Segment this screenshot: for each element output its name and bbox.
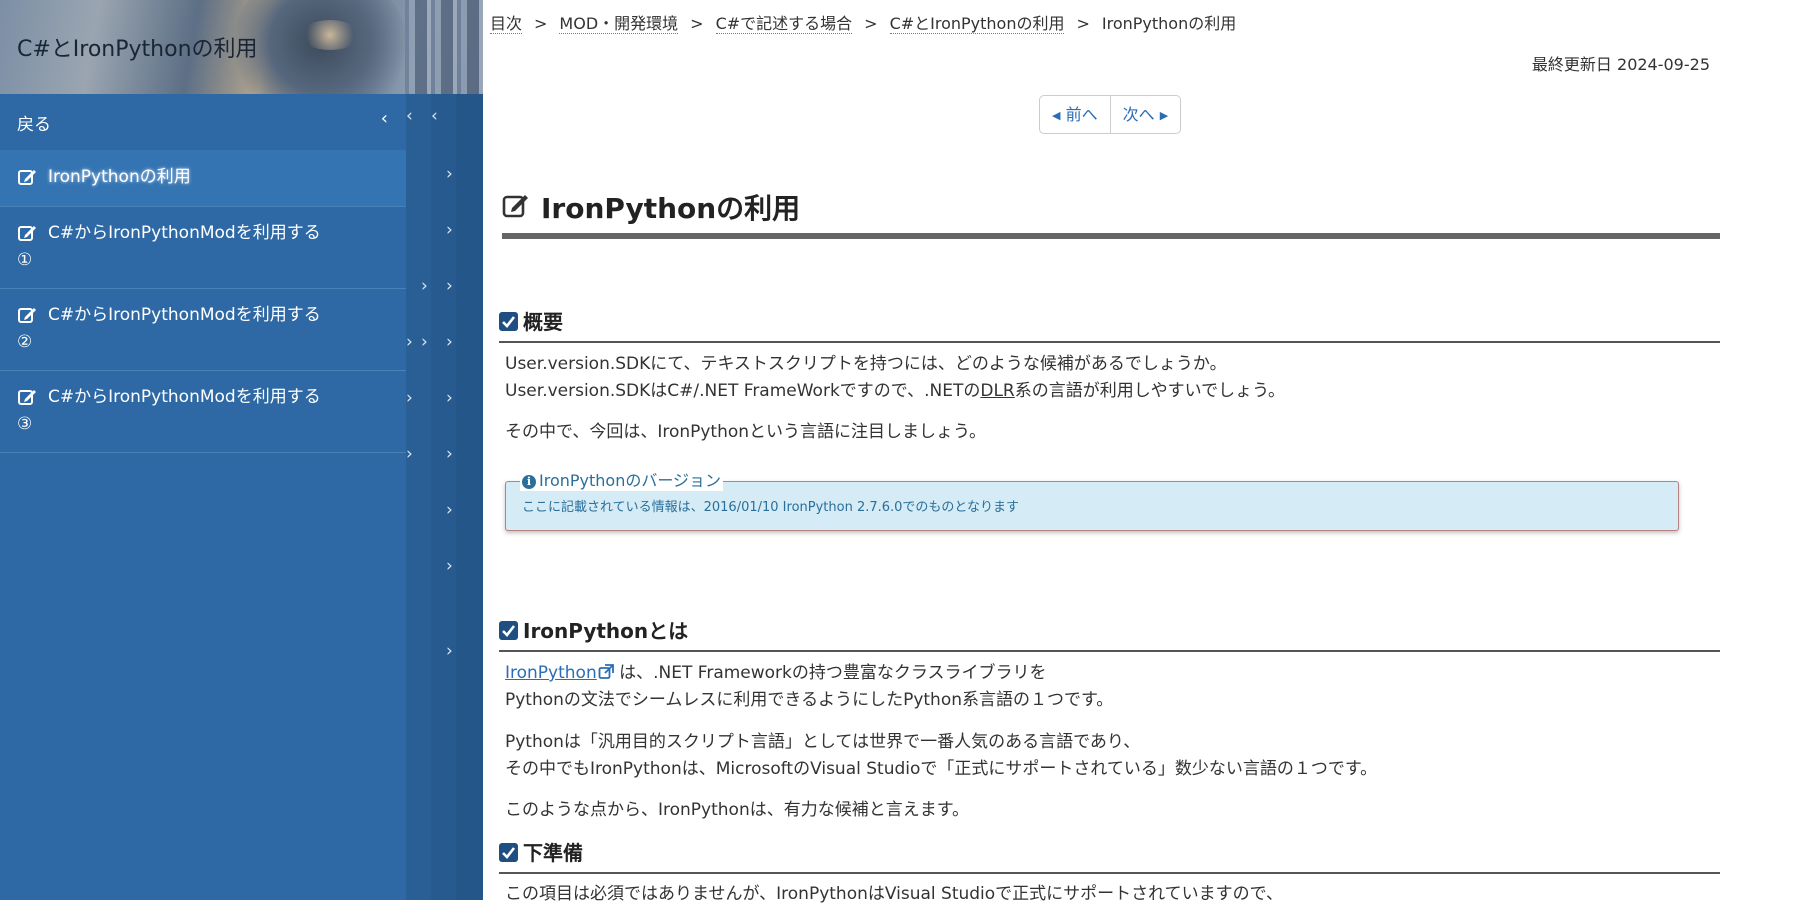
breadcrumb-current: IronPythonの利用: [1101, 14, 1237, 33]
section-heading-what-is: IronPythonとは: [499, 614, 1720, 652]
sidebar-item-ironpython[interactable]: IronPythonの利用: [0, 150, 406, 207]
page-title-text: IronPythonの利用: [541, 192, 801, 225]
paragraph: この項目は必須ではありませんが、IronPythonはVisual Studio…: [505, 884, 1283, 904]
section-heading-text: 下準備: [523, 841, 583, 865]
sidebar-nav: 戻る ‹ IronPythonの利用 C#からIronPythonModを利用す…: [0, 94, 406, 900]
checkbox-checked-icon: [499, 621, 518, 640]
paragraph: Pythonは「汎用目的スクリプト言語」としては世界で一番人気のある言語であり、…: [505, 729, 1377, 783]
link-text: IronPython: [505, 663, 597, 683]
edit-icon: [502, 195, 528, 218]
breadcrumb-link-toc[interactable]: 目次: [490, 14, 523, 34]
chevron-right-icon[interactable]: ›: [406, 388, 413, 408]
text-span: 系の言語が利用しやすいでしょう。: [1014, 381, 1286, 401]
breadcrumb-link-csharp[interactable]: C#で記述する場合: [715, 14, 853, 34]
chevron-left-icon: ‹: [380, 108, 388, 129]
paragraph: その中で、今回は、IronPythonという言語に注目しましょう。: [505, 422, 987, 442]
stack-panel[interactable]: [456, 94, 483, 900]
sidebar-item-label: C#からIronPythonModを利用する③: [17, 387, 321, 434]
breadcrumb-separator: >: [690, 14, 704, 33]
chevron-right-icon[interactable]: ›: [446, 332, 453, 352]
sidebar-header-banner: C#とIronPythonの利用: [0, 0, 483, 94]
ironpython-external-link[interactable]: IronPython: [505, 663, 614, 683]
text-span: User.version.SDKはC#/.NET FrameWorkですので、.…: [505, 381, 981, 401]
chevron-right-icon[interactable]: ›: [406, 332, 413, 352]
chevron-right-icon[interactable]: ›: [446, 500, 453, 520]
site-title[interactable]: C#とIronPythonの利用: [17, 31, 258, 63]
chevron-right-icon[interactable]: ›: [421, 276, 428, 296]
last-updated: 最終更新日 2024-09-25: [1531, 55, 1710, 74]
chevron-right-icon[interactable]: ›: [446, 444, 453, 464]
section-heading-prep: 下準備: [499, 836, 1720, 874]
chevron-right-icon[interactable]: ›: [446, 388, 453, 408]
breadcrumb-separator: >: [1076, 14, 1090, 33]
page-title: IronPythonの利用: [502, 185, 1720, 239]
stack-panel[interactable]: [431, 94, 456, 900]
chevron-right-icon[interactable]: ›: [446, 276, 453, 296]
next-label: 次へ: [1122, 105, 1155, 124]
chevron-right-icon[interactable]: ›: [446, 641, 453, 661]
chevron-right-icon[interactable]: ›: [406, 444, 413, 464]
paragraph-line: User.version.SDKはC#/.NET FrameWorkですので、.…: [505, 378, 1285, 405]
dlr-abbr: DLR: [980, 381, 1015, 401]
info-box-title: i IronPythonのバージョン: [520, 471, 724, 491]
paragraph: User.version.SDKにて、テキストスクリプトを持つには、どのような候…: [505, 351, 1285, 405]
section-heading-text: 概要: [523, 310, 563, 334]
external-link-icon: [598, 664, 614, 679]
chevron-left-icon[interactable]: ‹: [406, 106, 413, 126]
next-button[interactable]: 次へ ▶: [1109, 96, 1181, 133]
info-icon: i: [522, 475, 536, 489]
section-heading-overview: 概要: [499, 305, 1720, 343]
paragraph-line: User.version.SDKにて、テキストスクリプトを持つには、どのような候…: [505, 354, 1227, 374]
text-span: は、.NET Frameworkの持つ豊富なクラスライブラリを: [613, 663, 1047, 683]
checkbox-checked-icon: [499, 312, 518, 331]
back-button[interactable]: 戻る ‹: [0, 94, 406, 151]
stack-panel[interactable]: [406, 94, 431, 900]
breadcrumb-link-mod[interactable]: MOD・開発環境: [559, 14, 679, 34]
sidebar: C#とIronPythonの利用 戻る ‹ IronPythonの利用 C#から…: [0, 0, 483, 900]
chevron-left-icon[interactable]: ‹: [431, 106, 438, 126]
sidebar-item-mod-3[interactable]: C#からIronPythonModを利用する③: [0, 370, 406, 453]
chevron-right-icon[interactable]: ›: [446, 164, 453, 184]
breadcrumb-separator: >: [534, 14, 548, 33]
paragraph: このような点から、IronPythonは、有力な候補と言えます。: [505, 800, 970, 820]
sidebar-item-label: IronPythonの利用: [48, 167, 191, 187]
edit-icon: [18, 170, 36, 185]
info-box: i IronPythonのバージョン ここに記載されている情報は、2016/01/…: [505, 471, 1679, 531]
caret-left-icon: ◀: [1052, 109, 1061, 122]
prev-label: 前へ: [1065, 105, 1098, 124]
paragraph: IronPython は、.NET Frameworkの持つ豊富なクラスライブラ…: [505, 660, 1113, 714]
back-label: 戻る: [17, 115, 51, 135]
chevron-right-icon[interactable]: ›: [446, 220, 453, 240]
sidebar-item-label: C#からIronPythonModを利用する②: [17, 305, 321, 352]
paragraph-line: その中でもIronPythonは、MicrosoftのVisual Studio…: [505, 759, 1378, 779]
paragraph-line: Pythonの文法でシームレスに利用できるようにしたPython系言語の１つです…: [505, 690, 1114, 710]
section-heading-text: IronPythonとは: [523, 619, 689, 643]
main-content: 目次 > MOD・開発環境 > C#で記述する場合 > C#とIronPythonの利用 > I…: [483, 0, 1800, 904]
checkbox-checked-icon: [499, 843, 518, 862]
paragraph-line: Pythonは「汎用目的スクリプト言語」としては世界で一番人気のある言語であり、: [505, 732, 1141, 752]
info-box-body: ここに記載されている情報は、2016/01/10 IronPython 2.7.…: [522, 500, 1020, 515]
sidebar-item-label: C#からIronPythonModを利用する①: [17, 223, 321, 270]
breadcrumb: 目次 > MOD・開発環境 > C#で記述する場合 > C#とIronPythonの利用 > I…: [490, 10, 1236, 34]
info-title-text: IronPythonのバージョン: [539, 471, 722, 490]
chevron-right-icon[interactable]: ›: [446, 556, 453, 576]
paragraph-line: IronPython は、.NET Frameworkの持つ豊富なクラスライブラ…: [505, 660, 1113, 687]
sidebar-item-mod-1[interactable]: C#からIronPythonModを利用する①: [0, 206, 406, 289]
prev-button[interactable]: ◀ 前へ: [1040, 96, 1110, 133]
pager: ◀ 前へ 次へ ▶: [1039, 95, 1182, 134]
caret-right-icon: ▶: [1159, 109, 1169, 122]
breadcrumb-separator: >: [864, 14, 878, 33]
chevron-right-icon[interactable]: ›: [421, 332, 428, 352]
stacked-nav-panels: ‹ ‹ › › › › › › › › › › › › › ›: [406, 94, 483, 900]
sidebar-item-mod-2[interactable]: C#からIronPythonModを利用する②: [0, 288, 406, 371]
breadcrumb-link-csharp-ironpython[interactable]: C#とIronPythonの利用: [889, 14, 1065, 34]
